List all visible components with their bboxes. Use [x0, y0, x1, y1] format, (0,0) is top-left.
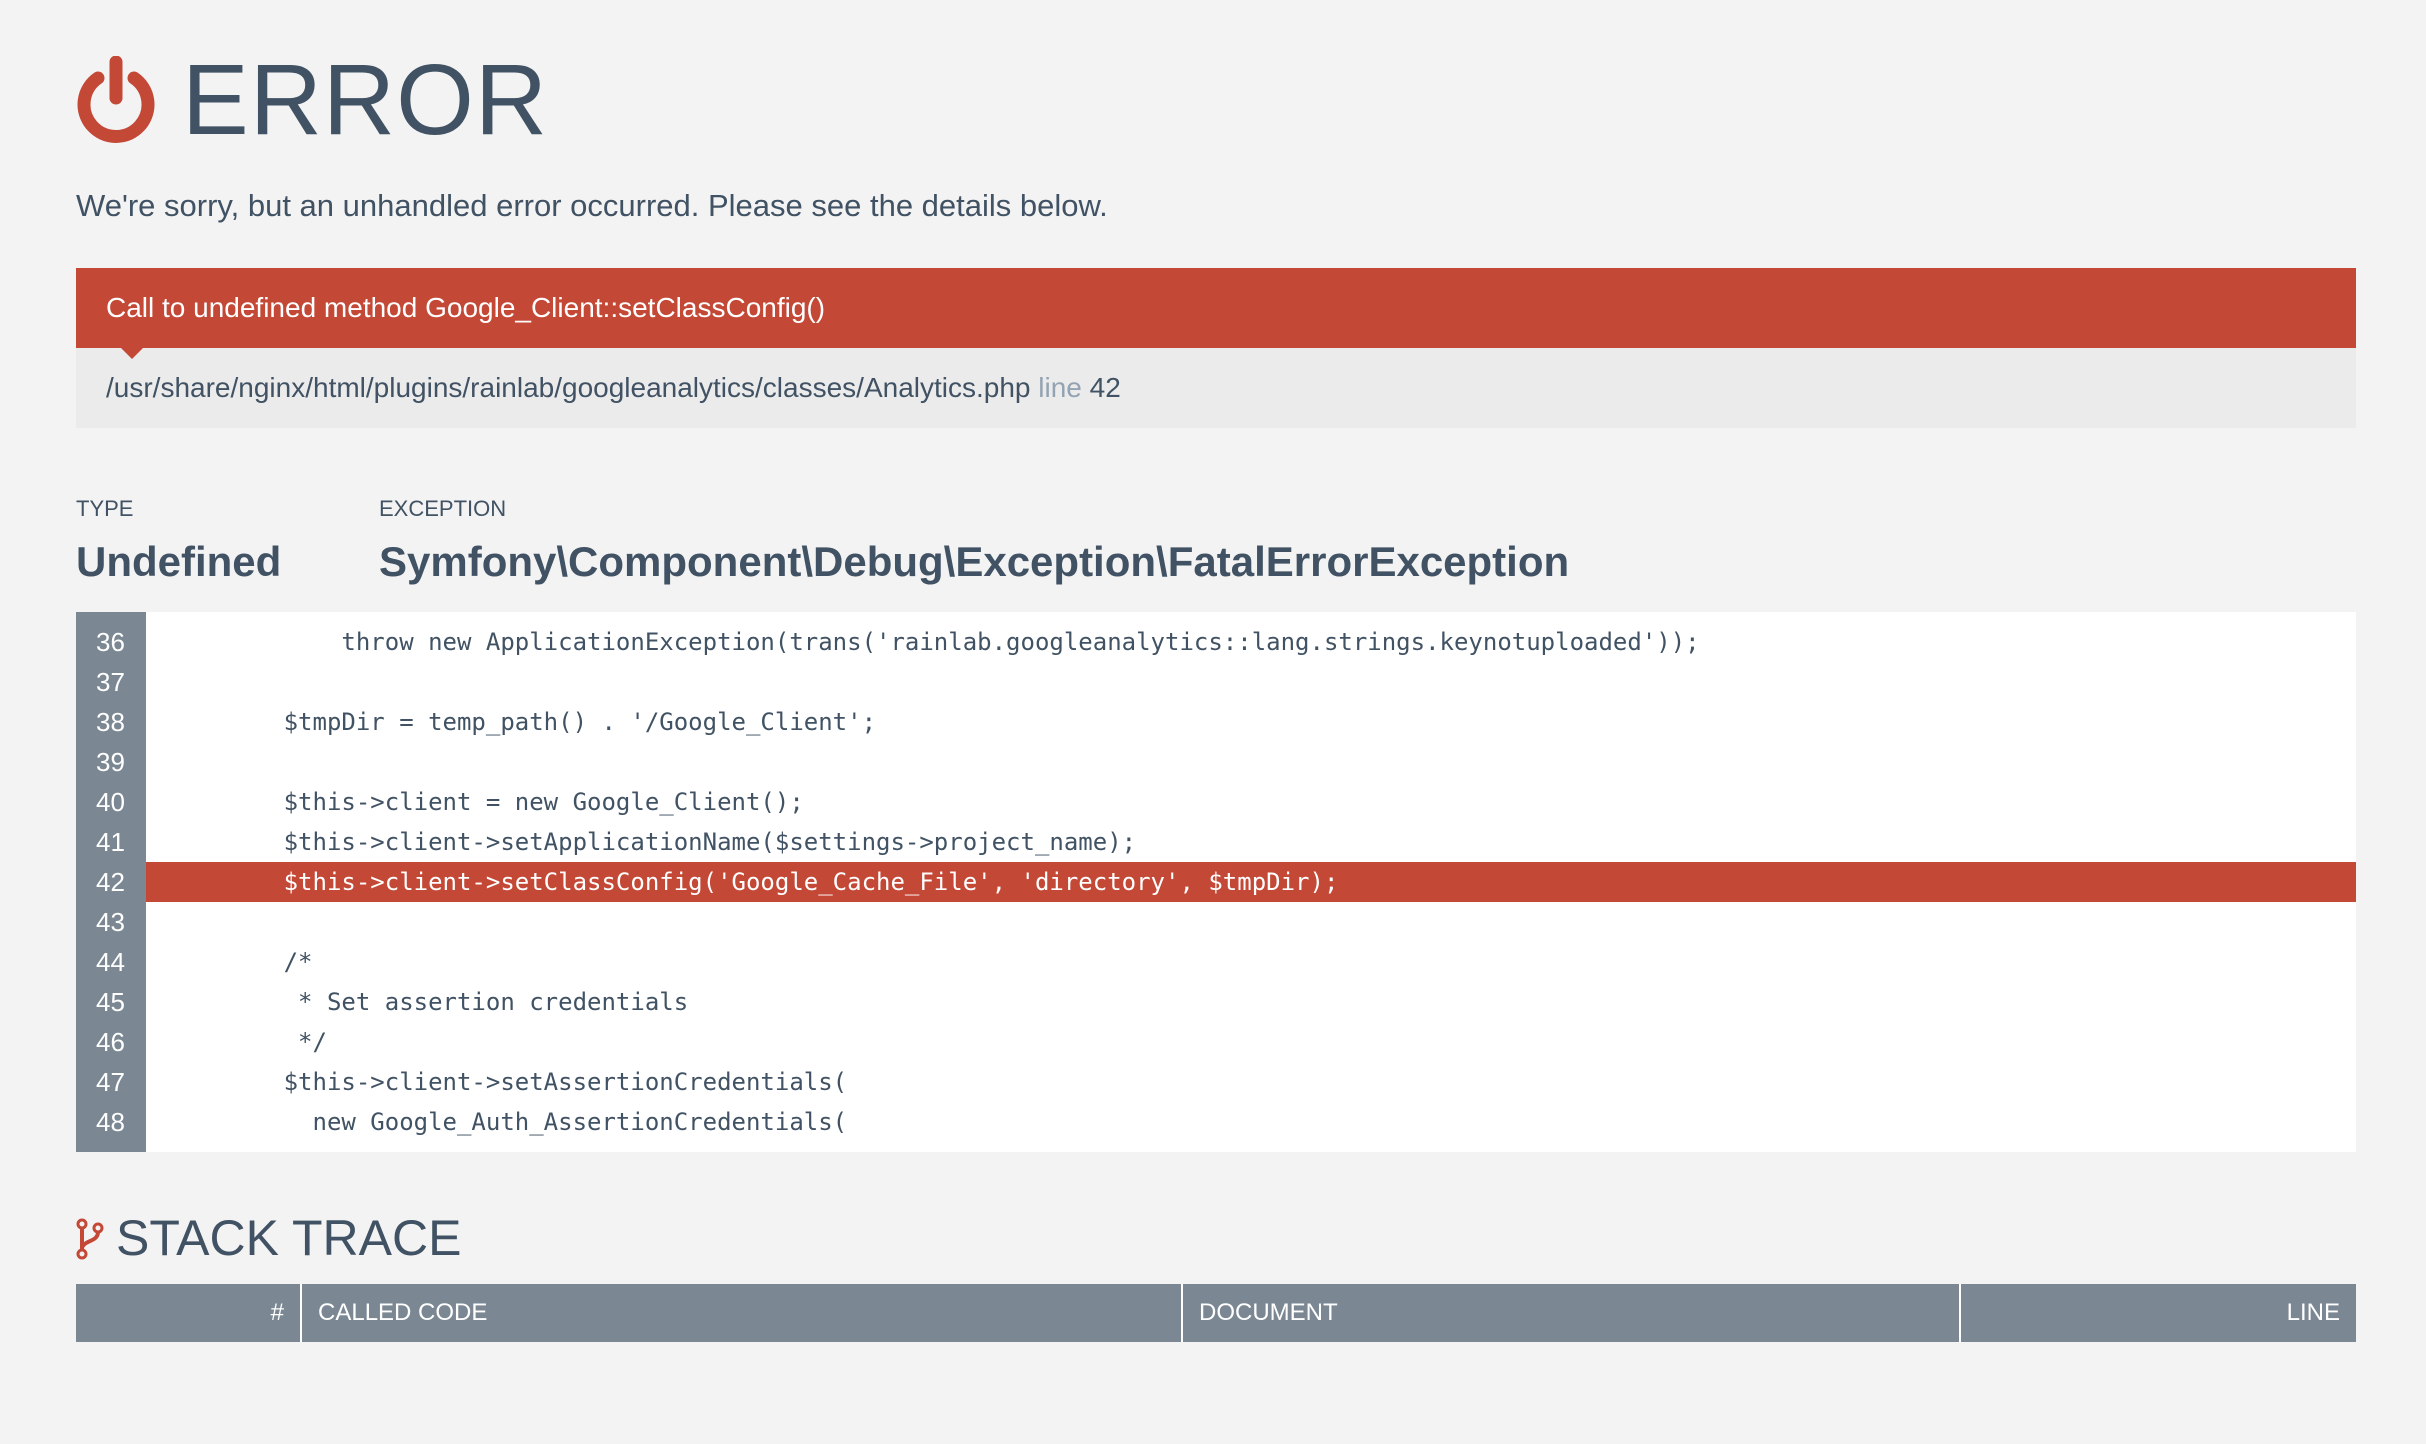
code-line: 38 $tmpDir = temp_path() . '/Google_Clie… [76, 702, 2356, 742]
code-text: $this->client->setClassConfig('Google_Ca… [146, 862, 2356, 902]
exception-value: Symfony\Component\Debug\Exception\FatalE… [379, 538, 1570, 585]
type-label: TYPE [76, 496, 134, 521]
line-number: 36 [96, 627, 125, 657]
column-header-line[interactable]: LINE [1961, 1284, 2356, 1342]
error-line-number: 42 [1089, 372, 1121, 403]
column-header-number[interactable]: # [76, 1284, 300, 1342]
line-number: 47 [96, 1067, 125, 1097]
code-text: $this->client->setApplicationName($setti… [168, 828, 1137, 856]
code-line: 37 [76, 662, 2356, 702]
line-number: 39 [96, 747, 125, 777]
code-text: */ [168, 1028, 327, 1056]
code-line: 45 * Set assertion credentials [76, 982, 2356, 1022]
line-number: 42 [96, 867, 125, 897]
error-file-location: /usr/share/nginx/html/plugins/rainlab/go… [76, 348, 2356, 428]
code-fork-icon [76, 1218, 104, 1260]
code-line-highlighted: 42 $this->client->setClassConfig('Google… [76, 862, 2356, 902]
power-icon [77, 56, 155, 143]
line-number: 45 [96, 987, 125, 1017]
page-title: ERROR [182, 44, 549, 156]
code-line: 48 new Google_Auth_AssertionCredentials( [76, 1102, 2356, 1142]
code-text: $this->client = new Google_Client(); [168, 788, 804, 816]
code-text: throw new ApplicationException(trans('ra… [168, 628, 1700, 656]
column-header-called-code[interactable]: CALLED CODE [302, 1284, 1181, 1342]
code-snippet: 36 throw new ApplicationException(trans(… [76, 612, 2356, 1152]
code-line: 36 throw new ApplicationException(trans(… [76, 622, 2356, 662]
line-number: 43 [96, 907, 125, 937]
exception-label: EXCEPTION [379, 496, 507, 521]
code-line: 43 [76, 902, 2356, 942]
line-number: 44 [96, 947, 125, 977]
line-number: 41 [96, 827, 125, 857]
column-header-document[interactable]: DOCUMENT [1183, 1284, 1959, 1342]
code-text: * Set assertion credentials [168, 988, 689, 1016]
code-text: $tmpDir = temp_path() . '/Google_Client'… [168, 708, 877, 736]
message-pointer-arrow [120, 347, 144, 359]
error-file-path: /usr/share/nginx/html/plugins/rainlab/go… [106, 372, 1031, 403]
line-number: 37 [96, 667, 125, 697]
code-line: 47 $this->client->setAssertionCredential… [76, 1062, 2356, 1102]
code-line: 39 [76, 742, 2356, 782]
code-text: /* [168, 948, 313, 976]
code-line: 46 */ [76, 1022, 2356, 1062]
stack-trace-title: STACK TRACE [116, 1210, 462, 1266]
line-word-label: line [1038, 372, 1082, 403]
code-line: 40 $this->client = new Google_Client(); [76, 782, 2356, 822]
code-line: 44 /* [76, 942, 2356, 982]
stack-trace-table: # CALLED CODE DOCUMENT LINE [76, 1284, 2356, 1342]
code-text: new Google_Auth_AssertionCredentials( [168, 1108, 848, 1136]
code-line: 41 $this->client->setApplicationName($se… [76, 822, 2356, 862]
line-number: 38 [96, 707, 125, 737]
line-number: 40 [96, 787, 125, 817]
line-number: 48 [96, 1107, 125, 1137]
error-message-bar: Call to undefined method Google_Client::… [76, 268, 2356, 348]
page-subtitle: We're sorry, but an unhandled error occu… [76, 188, 1108, 223]
line-number: 46 [96, 1027, 125, 1057]
code-text: $this->client->setAssertionCredentials( [168, 1068, 848, 1096]
type-value: Undefined [76, 538, 282, 585]
